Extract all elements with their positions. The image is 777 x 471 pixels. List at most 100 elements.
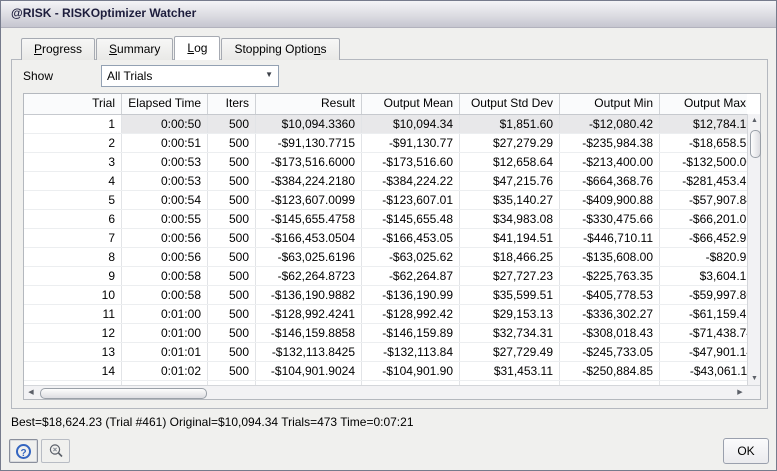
column-header-elapsed-time[interactable]: Elapsed Time (122, 94, 208, 114)
table-cell: -$384,224.2180 (256, 172, 362, 190)
table-cell: -$135,608.00 (560, 248, 660, 266)
table-cell: -$405,778.53 (560, 286, 660, 304)
table-cell: -$145,655.48 (362, 210, 460, 228)
table-cell: -$91,130.7715 (256, 134, 362, 152)
table-cell: 0:01:02 (122, 362, 208, 380)
table-cell: 1 (24, 115, 122, 133)
table-row[interactable]: 130:01:01500-$132,113.8425-$132,113.84$2… (24, 343, 747, 362)
table-cell: 500 (208, 305, 256, 323)
table-row[interactable]: 10:00:50500$10,094.3360$10,094.34$1,851.… (24, 115, 747, 134)
table-cell: 4 (24, 172, 122, 190)
table-cell: -$59,997.80 (660, 286, 747, 304)
table-cell: -$145,655.4758 (256, 210, 362, 228)
table-cell: -$47,901.14 (660, 343, 747, 361)
table-cell: 12 (24, 324, 122, 342)
table-row[interactable]: 100:00:58500-$136,190.9882-$136,190.99$3… (24, 286, 747, 305)
table-row[interactable]: 30:00:53500-$173,516.6000-$173,516.60$12… (24, 153, 747, 172)
table-row[interactable]: 70:00:56500-$166,453.0504-$166,453.05$41… (24, 229, 747, 248)
ok-button-label: OK (737, 444, 754, 458)
table-cell: $1,851.60 (460, 115, 560, 133)
table-row[interactable]: 90:00:58500-$62,264.8723-$62,264.87$27,7… (24, 267, 747, 286)
horizontal-scroll-thumb[interactable] (40, 388, 207, 399)
table-cell: -$57,907.84 (660, 191, 747, 209)
scroll-right-icon[interactable]: ▶ (733, 386, 747, 399)
table-cell: -$330,475.66 (560, 210, 660, 228)
scroll-down-icon[interactable]: ▼ (748, 372, 761, 385)
table-row[interactable]: 80:00:56500-$63,025.6196-$63,025.62$18,4… (24, 248, 747, 267)
table-cell: 13 (24, 343, 122, 361)
table-cell: -$136,190.99 (362, 286, 460, 304)
table-cell: $27,727.23 (460, 267, 560, 285)
table-cell: $18,466.25 (460, 248, 560, 266)
table-cell: 500 (208, 210, 256, 228)
table-cell: 5 (24, 191, 122, 209)
tab-summary[interactable]: Summary (96, 38, 173, 60)
chevron-down-icon[interactable]: ▼ (265, 70, 273, 79)
column-header-trial[interactable]: Trial (24, 94, 122, 114)
table-row[interactable]: 40:00:53500-$384,224.2180-$384,224.22$47… (24, 172, 747, 191)
status-text: Best=$18,624.23 (Trial #461) Original=$1… (11, 415, 414, 429)
vertical-scrollbar[interactable]: ▲ ▼ (747, 114, 760, 385)
column-header-output-mean[interactable]: Output Mean (362, 94, 460, 114)
table-cell: $10,094.34 (362, 115, 460, 133)
table-cell: -$146,159.8858 (256, 324, 362, 342)
table-cell: 500 (208, 134, 256, 152)
table-cell: -$63,025.62 (362, 248, 460, 266)
table-cell: -$384,224.22 (362, 172, 460, 190)
table-row[interactable]: 120:01:00500-$146,159.8858-$146,159.89$3… (24, 324, 747, 343)
table-row[interactable]: 110:01:00500-$128,992.4241-$128,992.42$2… (24, 305, 747, 324)
table-cell: -$62,264.8723 (256, 267, 362, 285)
horizontal-scrollbar[interactable]: ◀ ▶ (24, 385, 760, 399)
table-cell: 500 (208, 343, 256, 361)
tab-stopping-options[interactable]: Stopping Options (221, 38, 339, 60)
table-row[interactable]: 140:01:02500-$104,901.9024-$104,901.90$3… (24, 362, 747, 381)
table-cell: 0:00:55 (122, 210, 208, 228)
table-cell: 500 (208, 172, 256, 190)
tab-progress[interactable]: Progress (21, 38, 95, 60)
table-cell: 500 (208, 324, 256, 342)
show-trials-dropdown[interactable]: All Trials ▼ (101, 65, 279, 87)
zoom-utility-button[interactable] (41, 439, 70, 463)
table-cell: 500 (208, 248, 256, 266)
column-header-iters[interactable]: Iters (208, 94, 256, 114)
table-cell: $35,140.27 (460, 191, 560, 209)
scroll-left-icon[interactable]: ◀ (24, 386, 38, 399)
column-header-output-std-dev[interactable]: Output Std Dev (460, 94, 560, 114)
table-cell: 2 (24, 134, 122, 152)
table-row[interactable]: 50:00:54500-$123,607.0099-$123,607.01$35… (24, 191, 747, 210)
table-cell: -$213,400.00 (560, 153, 660, 171)
table-cell: 6 (24, 210, 122, 228)
table-cell: -$63,025.6196 (256, 248, 362, 266)
ok-button[interactable]: OK (723, 438, 769, 464)
table-cell: 500 (208, 267, 256, 285)
table-header-row: TrialElapsed TimeItersResultOutput MeanO… (24, 94, 747, 115)
column-header-result[interactable]: Result (256, 94, 362, 114)
table-cell: $35,599.51 (460, 286, 560, 304)
column-header-output-max[interactable]: Output Max (660, 94, 747, 114)
table-cell: 0:01:00 (122, 324, 208, 342)
trials-log-table: TrialElapsed TimeItersResultOutput MeanO… (23, 93, 761, 400)
table-body: 10:00:50500$10,094.3360$10,094.34$1,851.… (24, 115, 747, 381)
help-button[interactable]: ? (9, 439, 38, 463)
table-cell: $41,194.51 (460, 229, 560, 247)
tab-log[interactable]: Log (174, 36, 220, 60)
table-cell: -$820.91 (660, 248, 747, 266)
table-cell: 0:00:53 (122, 153, 208, 171)
title-bar[interactable]: @RISK - RISKOptimizer Watcher (1, 1, 776, 28)
table-cell: -$18,658.55 (660, 134, 747, 152)
scroll-up-icon[interactable]: ▲ (748, 114, 761, 127)
table-cell: -$250,884.85 (560, 362, 660, 380)
table-cell: 7 (24, 229, 122, 247)
table-cell: -$132,113.8425 (256, 343, 362, 361)
table-cell: 3 (24, 153, 122, 171)
table-cell: 500 (208, 115, 256, 133)
table-cell: $31,453.11 (460, 362, 560, 380)
table-row[interactable]: 60:00:55500-$145,655.4758-$145,655.48$34… (24, 210, 747, 229)
vertical-scroll-thumb[interactable] (750, 130, 761, 158)
table-cell: 11 (24, 305, 122, 323)
column-header-output-min[interactable]: Output Min (560, 94, 660, 114)
table-cell: 0:01:00 (122, 305, 208, 323)
table-cell: 500 (208, 286, 256, 304)
table-row[interactable]: 20:00:51500-$91,130.7715-$91,130.77$27,2… (24, 134, 747, 153)
table-cell: 500 (208, 191, 256, 209)
